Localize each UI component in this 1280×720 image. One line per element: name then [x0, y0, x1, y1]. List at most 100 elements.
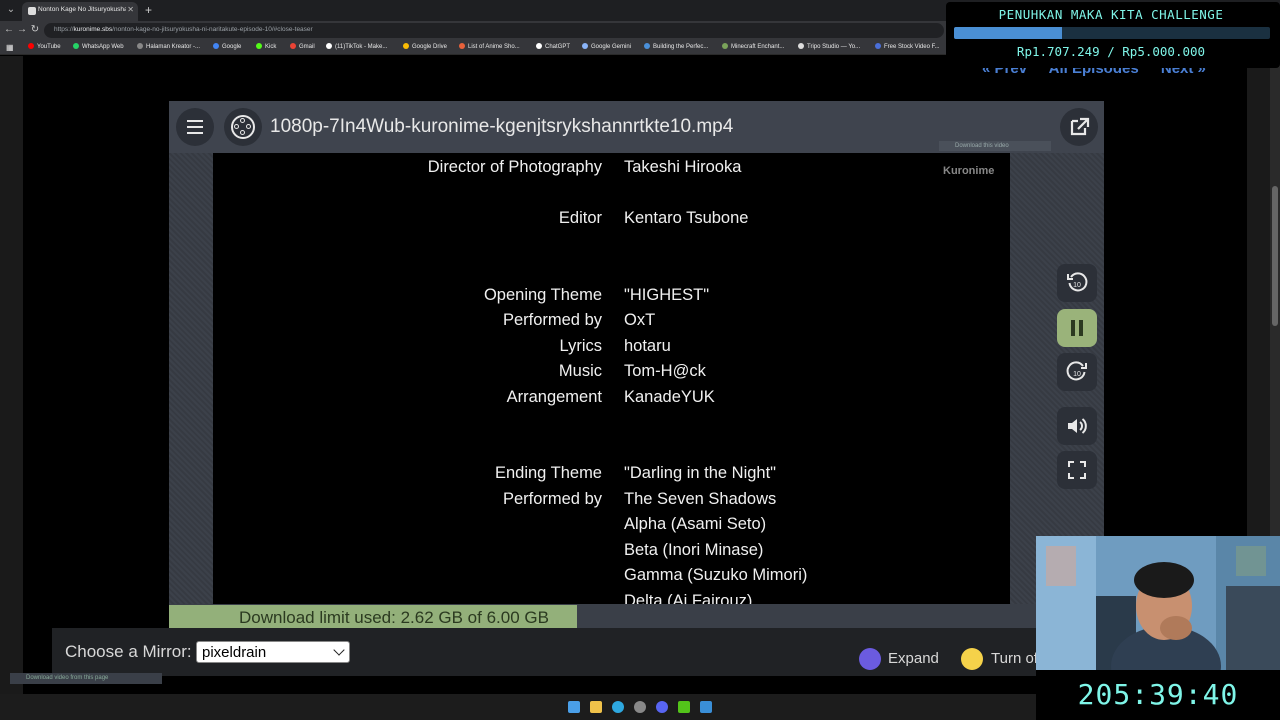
pause-button[interactable] [1057, 309, 1097, 347]
bookmark-favicon-icon [403, 43, 409, 49]
download-limit-text: Download limit used: 2.62 GB of 6.00 GB [239, 608, 549, 627]
challenge-title: PENUHKAN MAKA KITA CHALLENGE [998, 7, 1224, 22]
bookmark-favicon-icon [28, 43, 34, 49]
credit-name: Gamma (Suzuko Mimori) [624, 566, 808, 584]
download-limit-bar: Download limit used: 2.62 GB of 6.00 GB [169, 605, 577, 628]
open-external-icon[interactable] [1060, 108, 1098, 146]
photos-app-icon[interactable] [700, 701, 712, 713]
bookmark-label: Google Drive [412, 44, 448, 50]
mirror-select[interactable]: pixeldrain [196, 641, 350, 663]
page-gutter-left [0, 56, 23, 694]
bookmark-favicon-icon [722, 43, 728, 49]
bookmark-label: Free Stock Video F... [884, 44, 940, 50]
bookmark-item[interactable]: Kick [256, 43, 276, 50]
mirror-selected-value: pixeldrain [202, 644, 267, 661]
bookmark-item[interactable]: Gmail [290, 43, 315, 50]
media-app-icon[interactable] [678, 701, 690, 713]
reload-icon[interactable]: ↻ [29, 24, 41, 35]
bookmark-favicon-icon [326, 43, 332, 49]
os-taskbar [0, 694, 1036, 720]
credit-role: Lyrics [559, 337, 602, 355]
credit-name: Tom-H@ck [624, 362, 706, 380]
credit-role: Arrangement [506, 388, 602, 406]
bookmark-favicon-icon [213, 43, 219, 49]
bookmark-item[interactable]: Google Drive [403, 43, 447, 50]
fullscreen-button[interactable] [1057, 451, 1097, 489]
download-from-page-button[interactable]: Download video from this page [10, 673, 162, 684]
bookmark-item[interactable]: ChatGPT [536, 43, 570, 50]
bookmark-favicon-icon [644, 43, 650, 49]
player-header: 1080p-7In4Wub-kuronime-kgenjtsrykshannrt… [169, 101, 1104, 153]
bookmark-item[interactable]: WhatsApp Web [73, 43, 124, 50]
webcam-overlay [1036, 536, 1280, 670]
edge-browser-icon[interactable] [612, 701, 624, 713]
video-file-title: 1080p-7In4Wub-kuronime-kgenjtsrykshannrt… [270, 116, 734, 137]
tab-search-dropdown-icon[interactable]: ⌄ [4, 3, 18, 17]
credit-name: Beta (Inori Minase) [624, 541, 764, 559]
bookmark-label: ChatGPT [545, 44, 571, 50]
svg-text:10: 10 [1073, 282, 1081, 289]
browser-tab-active[interactable]: Nonton Kage No Jitsuryokusha Ni... ✕ [22, 2, 138, 21]
new-tab-icon[interactable]: + [145, 3, 152, 17]
mirror-bar: Choose a Mirror: pixeldrain Expand Turn … [52, 628, 1079, 676]
lightbulb-icon[interactable] [961, 648, 983, 670]
back-icon[interactable]: ← [3, 24, 15, 35]
windows-start-icon[interactable] [568, 701, 580, 713]
bookmark-item[interactable]: YouTube [28, 43, 61, 50]
discord-icon[interactable] [656, 701, 668, 713]
bookmark-item[interactable]: Minecraft Enchant... [722, 43, 784, 50]
expand-button[interactable]: Expand [888, 650, 939, 667]
chevron-down-icon [333, 644, 345, 656]
bookmark-favicon-icon [137, 43, 143, 49]
forward-icon[interactable]: → [16, 24, 28, 35]
tab-favicon-icon [28, 7, 36, 15]
video-player: 1080p-7In4Wub-kuronime-kgenjtsrykshannrt… [169, 101, 1104, 628]
volume-button[interactable] [1057, 407, 1097, 445]
download-this-video-button[interactable]: Download this video [939, 141, 1051, 151]
chrome-browser-icon[interactable] [634, 701, 646, 713]
bookmark-item[interactable]: Free Stock Video F... [875, 43, 940, 50]
stream-timer: 205:39:40 [1036, 670, 1280, 720]
download-limit-remaining [577, 605, 1104, 628]
challenge-amount: Rp1.707.249 / Rp5.000.000 [1016, 44, 1206, 59]
credit-role: Opening Theme [483, 286, 602, 304]
credit-name: The Seven Shadows [624, 490, 777, 508]
bookmark-label: Halaman Kreator -... [146, 44, 201, 50]
credit-name: Takeshi Hirooka [624, 158, 742, 176]
bookmark-label: Gmail [299, 44, 315, 50]
credit-name: Kentaro Tsubone [624, 209, 749, 227]
bookmark-favicon-icon [290, 43, 296, 49]
bookmark-item[interactable]: List of Anime Sho... [459, 43, 520, 50]
rewind-10-button[interactable]: 10 [1057, 264, 1097, 302]
bookmark-favicon-icon [875, 43, 881, 49]
tab-close-icon[interactable]: ✕ [127, 5, 134, 14]
kuronime-watermark: Kuronime [943, 165, 995, 177]
bookmark-label: WhatsApp Web [82, 44, 124, 50]
credit-name: OxT [624, 311, 656, 329]
credit-role: Ending Theme [494, 464, 602, 482]
file-explorer-icon[interactable] [590, 701, 602, 713]
bookmark-label: Minecraft Enchant... [731, 44, 785, 50]
bookmark-item[interactable]: Halaman Kreator -... [137, 43, 200, 50]
bookmark-label: Building the Perfec... [653, 44, 709, 50]
forward-10-button[interactable]: 10 [1057, 353, 1097, 391]
bookmark-item[interactable]: Google Gemini [582, 43, 631, 50]
bookmark-favicon-icon [582, 43, 588, 49]
film-reel-icon [224, 108, 262, 146]
menu-icon[interactable] [176, 108, 214, 146]
url-text: https://kuronime.sbs/nonton-kage-no-jits… [54, 26, 313, 33]
bookmark-label: YouTube [37, 44, 61, 50]
challenge-widget: PENUHKAN MAKA KITA CHALLENGE Rp1.707.249… [946, 2, 1280, 68]
expand-icon[interactable] [859, 648, 881, 670]
video-frame[interactable]: Kuronime Director of Photography Takeshi … [213, 153, 1010, 604]
address-bar[interactable]: https://kuronime.sbs/nonton-kage-no-jits… [44, 23, 944, 38]
apps-grid-icon[interactable]: ▦ [6, 43, 14, 52]
bookmark-item[interactable]: Tripo Studio — Yo... [798, 43, 860, 50]
scrollbar-thumb[interactable] [1272, 186, 1278, 326]
bookmark-item[interactable]: (11)TikTok - Make... [326, 43, 387, 50]
bookmark-label: List of Anime Sho... [468, 44, 520, 50]
bookmark-item[interactable]: Building the Perfec... [644, 43, 708, 50]
bookmark-favicon-icon [256, 43, 262, 49]
bookmark-favicon-icon [798, 43, 804, 49]
bookmark-item[interactable]: Google [213, 43, 241, 50]
